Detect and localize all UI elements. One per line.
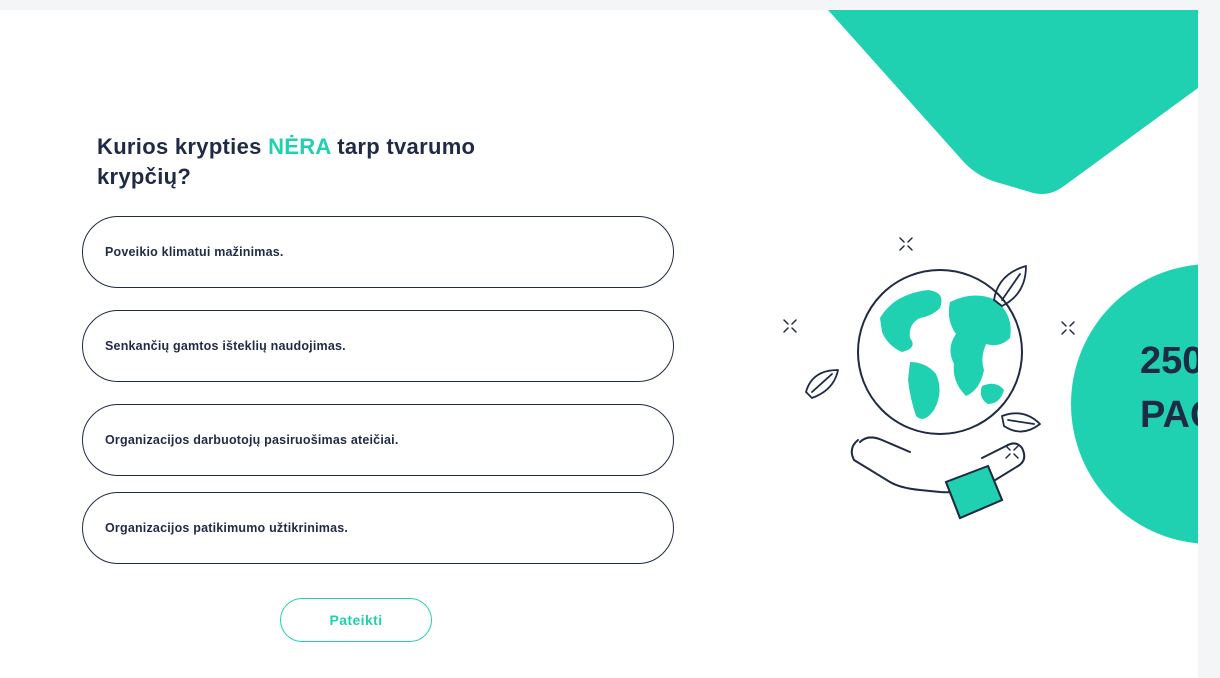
submit-button[interactable]: Pateikti: [280, 598, 432, 642]
leaf-icon: [1001, 412, 1041, 433]
promo-badge-line1: 250: [1140, 340, 1198, 382]
sparkle-icon: [1061, 321, 1075, 335]
question-text-part1: Kurios krypties: [97, 134, 269, 159]
sparkle-icon: [783, 319, 797, 333]
leaf-icon: [993, 265, 1027, 307]
answer-option-2[interactable]: Senkančių gamtos išteklių naudojimas.: [82, 310, 674, 382]
answer-option-1[interactable]: Poveikio klimatui mažinimas.: [82, 216, 674, 288]
promo-badge-line2: PAG: [1140, 394, 1198, 436]
leaf-icon: [805, 369, 839, 399]
answer-option-label: Organizacijos darbuotojų pasiruošimas at…: [105, 433, 399, 447]
globe-continents: [880, 290, 1011, 419]
answer-option-4[interactable]: Organizacijos patikimumo užtikrinimas.: [82, 492, 674, 564]
right-border: [1198, 0, 1220, 678]
hand-cuff: [944, 464, 1004, 520]
question-highlight: NĖRA: [268, 134, 331, 159]
decorative-teal-shape: [828, 10, 1198, 194]
quiz-card: Kurios krypties NĖRA tarp tvarumo krypči…: [0, 10, 1198, 678]
answer-option-label: Poveikio klimatui mažinimas.: [105, 245, 284, 259]
question-title: Kurios krypties NĖRA tarp tvarumo krypči…: [97, 132, 517, 192]
answer-option-label: Senkančių gamtos išteklių naudojimas.: [105, 339, 346, 353]
globe-in-hand-illustration: [783, 237, 1075, 520]
sparkle-icon: [1005, 445, 1019, 459]
top-border: [0, 0, 1220, 10]
sparkle-icon: [899, 237, 913, 251]
answer-option-label: Organizacijos patikimumo užtikrinimas.: [105, 521, 349, 535]
answer-option-3[interactable]: Organizacijos darbuotojų pasiruošimas at…: [82, 404, 674, 476]
